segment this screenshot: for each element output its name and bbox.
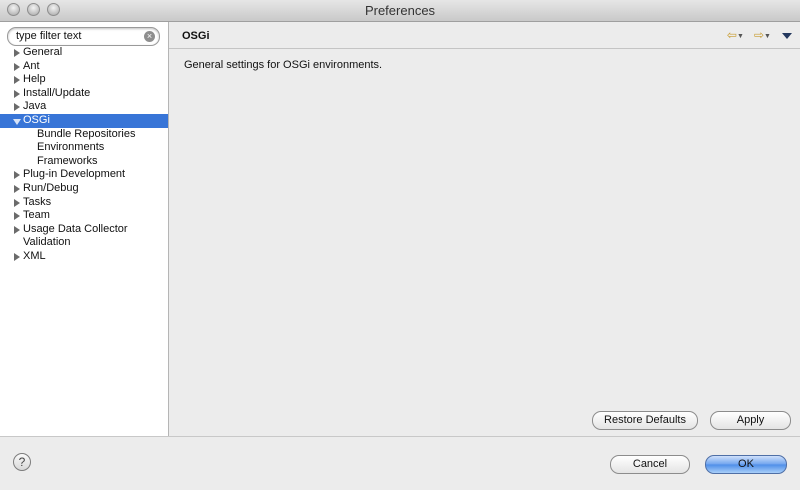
tree-item-label: Ant [23, 59, 40, 72]
help-icon[interactable]: ? [13, 453, 31, 471]
collapsed-arrow-icon[interactable] [14, 252, 20, 261]
clear-icon[interactable]: × [144, 31, 155, 42]
forward-arrow-icon[interactable]: ⇨ [754, 28, 764, 42]
tree-item-osgi[interactable]: OSGi [0, 113, 168, 128]
ok-button[interactable]: OK [705, 455, 787, 474]
page-description: General settings for OSGi environments. [184, 59, 383, 71]
view-menu-icon[interactable] [782, 33, 792, 40]
tree-item-run-debug[interactable]: Run/Debug [0, 182, 168, 196]
tree-item-label: Help [23, 73, 46, 86]
tree-item-label: XML [23, 249, 46, 262]
apply-button[interactable]: Apply [710, 411, 791, 430]
tree-item-label: Run/Debug [23, 181, 79, 194]
cancel-button[interactable]: Cancel [610, 455, 690, 474]
tree-item-xml[interactable]: XML [0, 250, 168, 264]
dialog-button-bar: ? Cancel OK [0, 436, 800, 490]
tree-item-label: Environments [37, 141, 105, 154]
preference-page: OSGi ⇦▼ ⇨▼ General settings for OSGi env… [169, 22, 800, 436]
tree-item-label: Plug-in Development [23, 168, 126, 181]
tree-item-label: Bundle Repositories [37, 127, 136, 140]
tree-item-java[interactable]: Java [0, 100, 168, 114]
expanded-arrow-icon[interactable] [13, 118, 21, 125]
tree-item-label: Tasks [23, 195, 52, 208]
tree-item-label: Install/Update [23, 86, 91, 99]
collapsed-arrow-icon[interactable] [14, 212, 20, 221]
tree-item-general[interactable]: General [0, 46, 168, 60]
page-title: OSGi [182, 30, 210, 42]
back-arrow-icon[interactable]: ⇦ [727, 28, 737, 42]
tree-item-label: Validation [23, 236, 71, 249]
preference-tree-pane: × GeneralAntHelpInstall/UpdateJavaOSGiBu… [0, 22, 169, 436]
window-title: Preferences [364, 3, 436, 18]
collapsed-arrow-icon[interactable] [14, 89, 20, 98]
tree-item-frameworks[interactable]: Frameworks [0, 155, 168, 169]
tree-item-plug-in-development[interactable]: Plug-in Development [0, 168, 168, 182]
tree-item-team[interactable]: Team [0, 209, 168, 223]
tree-item-ant[interactable]: Ant [0, 60, 168, 74]
filter-input[interactable] [16, 29, 136, 43]
tree-item-label: Usage Data Collector [23, 222, 128, 235]
page-header: OSGi ⇦▼ ⇨▼ [169, 22, 800, 49]
tree-item-install-update[interactable]: Install/Update [0, 87, 168, 101]
collapsed-arrow-icon[interactable] [14, 171, 20, 180]
tree-item-label: Java [23, 100, 47, 113]
tree-item-validation[interactable]: Validation [0, 236, 168, 250]
back-history-caret[interactable]: ▼ [737, 33, 744, 40]
page-navigation: ⇦▼ ⇨▼ [726, 28, 792, 42]
forward-history-caret[interactable]: ▼ [764, 33, 771, 40]
title-bar: Preferences [0, 0, 800, 22]
tree-item-label: OSGi [23, 113, 50, 126]
tree-item-label: Frameworks [37, 154, 98, 167]
tree-item-label: General [23, 46, 63, 58]
collapsed-arrow-icon[interactable] [14, 103, 20, 112]
tree-item-environments[interactable]: Environments [0, 141, 168, 155]
collapsed-arrow-icon[interactable] [14, 184, 20, 193]
restore-defaults-button[interactable]: Restore Defaults [592, 411, 698, 430]
filter-field[interactable]: × [7, 27, 160, 46]
tree-item-usage-data-collector[interactable]: Usage Data Collector [0, 223, 168, 237]
collapsed-arrow-icon[interactable] [14, 225, 20, 234]
tree-item-label: Team [23, 209, 50, 222]
collapsed-arrow-icon[interactable] [14, 76, 20, 85]
preference-tree: General Ant Help Install/Update Java OSGi Bund… [0, 46, 168, 264]
collapsed-arrow-icon[interactable] [14, 198, 20, 207]
tree-item-tasks[interactable]: Tasks [0, 196, 168, 210]
collapsed-arrow-icon[interactable] [14, 49, 20, 57]
tree-item-help[interactable]: Help [0, 73, 168, 87]
collapsed-arrow-icon[interactable] [14, 62, 20, 71]
preferences-window: Preferences × GeneralAntHelpInstall/Upda… [0, 0, 800, 490]
tree-item-bundle-repositories[interactable]: Bundle Repositories [0, 128, 168, 142]
